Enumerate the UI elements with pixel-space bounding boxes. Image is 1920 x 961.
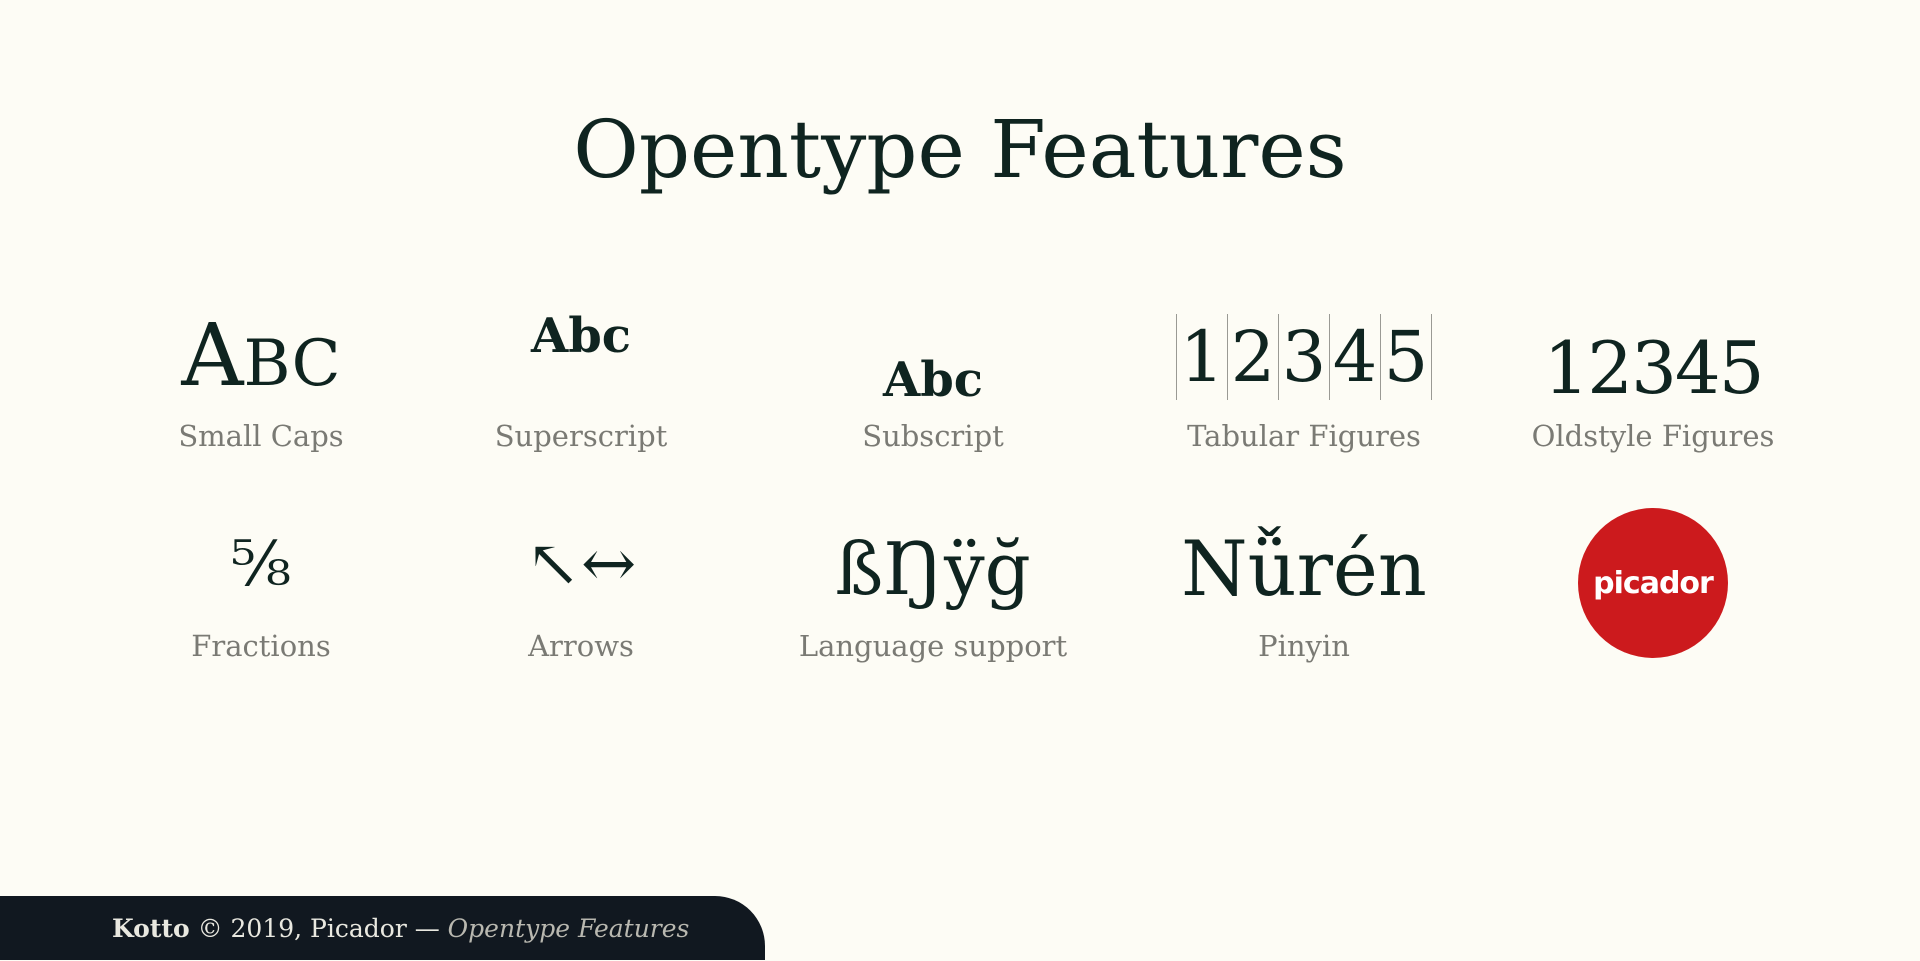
footer-feature: Opentype Features [447,914,690,943]
feature-tabular-figures: 1 2 3 4 5 Tabular Figures [1139,300,1469,460]
feature-superscript: Abc Superscript [416,300,746,460]
picador-logo: picador [1578,508,1728,658]
feature-pinyin: Nǚrén Pinyin [1139,510,1469,670]
arrows-sample: ↖↔ [525,525,637,602]
small-caps-sample: ABC [96,306,426,414]
footer-copyright: © 2019, Picador — [189,914,448,943]
tabular-digit: 5 [1381,314,1432,400]
subscript-sample: Abc [882,352,984,408]
superscript-sample: Abc [530,308,632,364]
feature-label: Superscript [494,419,668,453]
tabular-digit: 2 [1228,314,1279,400]
footer-bar: Kotto © 2019, Picador — Opentype Feature… [0,896,765,960]
feature-oldstyle-figures: 12345 Oldstyle Figures [1488,300,1818,460]
feature-label: Fractions [191,629,331,663]
fractions-sample: ⁵⁄₈ [230,527,292,600]
footer-brand: Kotto [112,914,190,943]
feature-label: Language support [798,629,1068,663]
oldstyle-figures-sample: 12345 [1543,326,1764,410]
feature-small-caps: ABC Small Caps [96,300,426,460]
small-caps-small: BC [243,327,341,401]
feature-arrows: ↖↔ Arrows [416,510,746,670]
tabular-digit: 3 [1279,314,1330,400]
feature-fractions: ⁵⁄₈ Fractions [96,510,426,670]
feature-label: Arrows [528,629,634,663]
feature-label: Tabular Figures [1187,419,1421,453]
page-title: Opentype Features [573,103,1347,196]
pinyin-sample: Nǚrén [1181,524,1427,613]
tabular-figures-sample: 1 2 3 4 5 [1139,314,1469,400]
tabular-digit: 4 [1330,314,1381,400]
feature-language-support: ßŊÿğ Language support [768,510,1098,670]
feature-label: Pinyin [1258,629,1350,663]
feature-label: Subscript [862,419,1004,453]
feature-subscript: Abc Subscript [768,300,1098,460]
footer-text: Kotto © 2019, Picador — Opentype Feature… [112,897,689,961]
feature-label: Oldstyle Figures [1531,419,1775,453]
feature-label: Small Caps [178,419,344,453]
small-caps-cap: A [181,306,244,406]
logo-text: picador [1593,565,1714,601]
tabular-digit: 1 [1177,314,1228,400]
language-support-sample: ßŊÿğ [835,527,1031,611]
